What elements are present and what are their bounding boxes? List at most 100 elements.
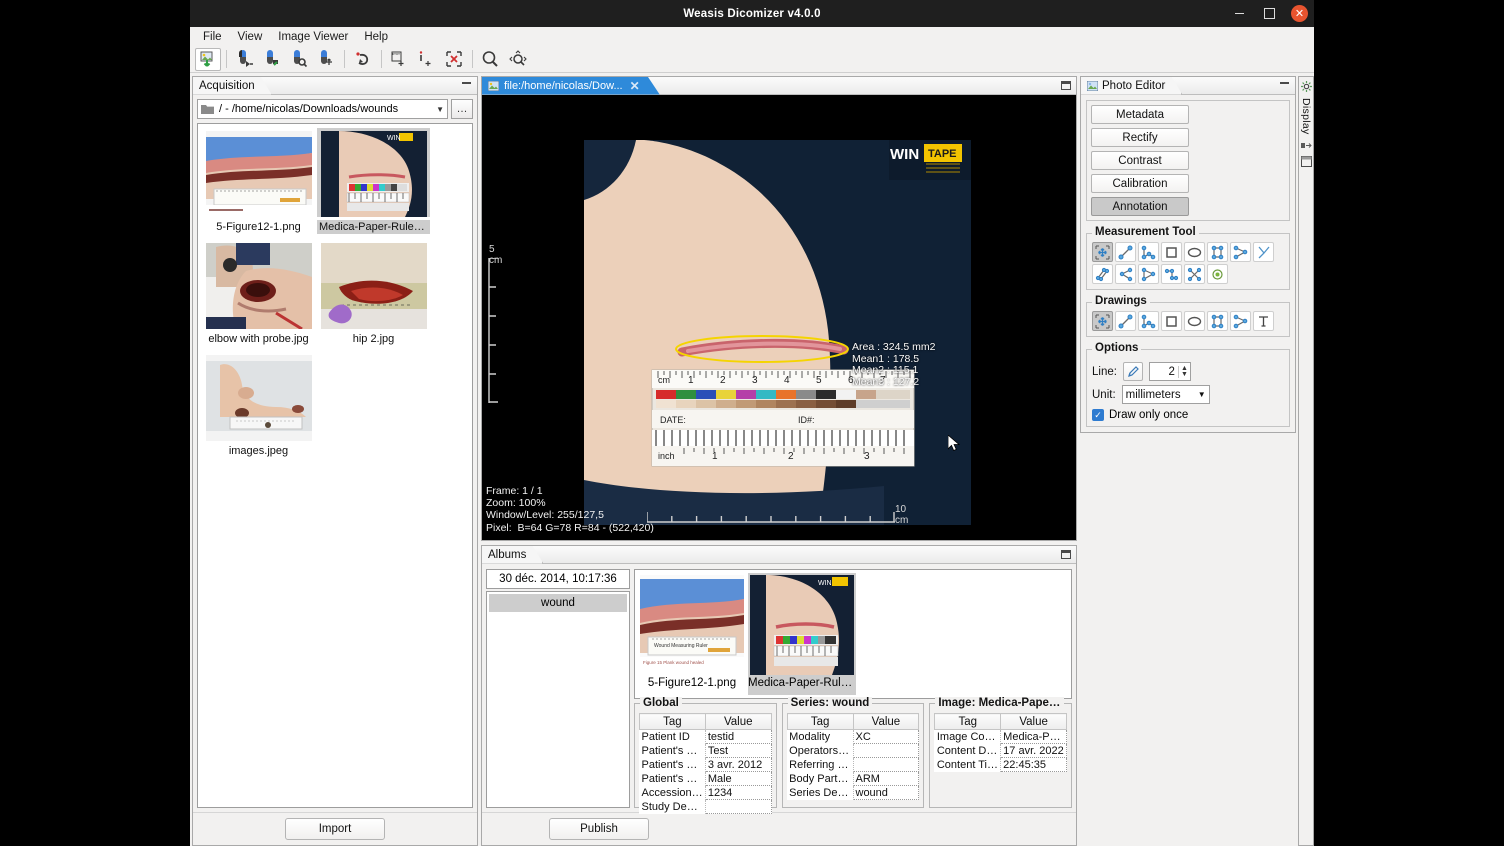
list-item[interactable]: elbow with probe.jpg bbox=[202, 240, 315, 346]
minimize-button[interactable] bbox=[1231, 6, 1247, 22]
tab-acquisition[interactable]: Acquisition bbox=[193, 77, 272, 95]
three-point-angle-icon[interactable] bbox=[1230, 242, 1251, 262]
polygon-icon[interactable] bbox=[1207, 242, 1228, 262]
unit-select[interactable]: millimeters ▼ bbox=[1122, 385, 1210, 404]
main-content: Acquisition / - /home/nicolas/Downloads/… bbox=[190, 73, 1314, 846]
tab-image-viewer[interactable]: file:/home/nicolas/Dow... ✕ bbox=[482, 77, 660, 95]
point-icon[interactable] bbox=[1207, 264, 1228, 284]
acquisition-body: / - /home/nicolas/Downloads/wounds ▼ … bbox=[193, 95, 477, 812]
browse-button[interactable]: … bbox=[451, 99, 473, 119]
mouse-wheel-action-icon[interactable] bbox=[313, 48, 339, 71]
cobb-angle-icon[interactable] bbox=[1115, 264, 1136, 284]
measurement-tool-group: Measurement Tool bbox=[1086, 233, 1290, 290]
list-item[interactable]: hip 2.jpg bbox=[317, 240, 430, 346]
maximize-button[interactable] bbox=[1261, 6, 1277, 22]
svg-text:1: 1 bbox=[712, 451, 718, 462]
polyline-icon[interactable] bbox=[1138, 311, 1159, 331]
path-combobox[interactable]: / - /home/nicolas/Downloads/wounds ▼ bbox=[197, 99, 448, 119]
thumbnail-image bbox=[206, 355, 312, 441]
import-image-icon[interactable] bbox=[195, 48, 221, 71]
import-button[interactable]: Import bbox=[285, 818, 385, 840]
albums-restore-icon[interactable] bbox=[1061, 550, 1071, 559]
rectify-button[interactable]: Rectify bbox=[1091, 128, 1189, 147]
unit-label: Unit: bbox=[1092, 389, 1116, 401]
global-metadata-table[interactable]: Tag Value Patient IDtestid Patient's Nam… bbox=[639, 713, 772, 814]
line-icon[interactable] bbox=[1115, 242, 1136, 262]
measure-icon[interactable] bbox=[387, 48, 413, 71]
stepper-arrows[interactable]: ▲▼ bbox=[1178, 366, 1190, 378]
album-list[interactable]: wound bbox=[486, 591, 630, 808]
acquisition-minimize-icon[interactable] bbox=[462, 82, 471, 84]
rectangle-icon[interactable] bbox=[1161, 311, 1182, 331]
reset-selection-icon[interactable] bbox=[441, 48, 467, 71]
tab-photo-editor[interactable]: Photo Editor bbox=[1081, 77, 1182, 95]
folder-icon bbox=[201, 104, 214, 115]
thumbnail-image: WIN bbox=[750, 575, 854, 675]
metadata-button[interactable]: Metadata bbox=[1091, 105, 1189, 124]
menu-item-file[interactable]: File bbox=[195, 29, 230, 45]
freehand-icon[interactable] bbox=[1230, 311, 1251, 331]
draw-once-row[interactable]: ✓ Draw only once bbox=[1092, 409, 1284, 421]
draw-once-checkbox[interactable]: ✓ bbox=[1092, 409, 1104, 421]
pencil-icon[interactable] bbox=[1123, 362, 1143, 381]
table-row: ModalityXC bbox=[787, 730, 919, 744]
zoom-icon[interactable] bbox=[478, 48, 504, 71]
measurement-tool-icons-row2 bbox=[1092, 264, 1284, 284]
viewer-restore-icon[interactable] bbox=[1061, 81, 1071, 90]
calibration-button[interactable]: Calibration bbox=[1091, 174, 1189, 193]
mouse-middle-action-icon[interactable] bbox=[259, 48, 285, 71]
albums-header: Albums bbox=[482, 546, 1076, 564]
metadata-tables: Global Tag Value Patient IDtestid Patien… bbox=[634, 703, 1072, 808]
ellipse-icon[interactable] bbox=[1184, 242, 1205, 262]
line-width-stepper[interactable]: 2 ▲▼ bbox=[1149, 362, 1191, 381]
open-angle-icon[interactable] bbox=[1253, 242, 1274, 262]
menu-item-image-viewer[interactable]: Image Viewer bbox=[270, 29, 356, 45]
series-thumbnail-strip[interactable]: Wound Measuring Ruler Figure 15 Plank wo… bbox=[634, 569, 1072, 699]
menu-item-help[interactable]: Help bbox=[356, 29, 396, 45]
publish-button[interactable]: Publish bbox=[549, 818, 649, 840]
ellipse-icon[interactable] bbox=[1184, 311, 1205, 331]
menu-item-view[interactable]: View bbox=[230, 29, 271, 45]
selection-icon[interactable] bbox=[1092, 311, 1113, 331]
annotation-icon[interactable] bbox=[414, 48, 440, 71]
settings-icon[interactable] bbox=[1301, 81, 1312, 92]
annotation-button[interactable]: Annotation bbox=[1091, 197, 1189, 216]
close-button[interactable]: ✕ bbox=[1291, 5, 1308, 22]
line-icon[interactable] bbox=[1115, 311, 1136, 331]
column-header-tag: Tag bbox=[935, 714, 1001, 730]
drawings-group: Drawings bbox=[1086, 302, 1290, 337]
pan-reset-icon[interactable] bbox=[505, 48, 531, 71]
image-canvas[interactable]: WIN TAPE cm 1 2 3 4 bbox=[482, 95, 1076, 540]
photo-editor-minimize-icon[interactable] bbox=[1280, 82, 1289, 84]
list-item[interactable]: Wound Measuring Ruler Figure 15 Plank wo… bbox=[638, 573, 746, 695]
undo-icon[interactable] bbox=[350, 48, 376, 71]
selection-icon[interactable] bbox=[1092, 242, 1113, 262]
thumbnail-list[interactable]: 5-Figure12-1.png WIN bbox=[197, 123, 473, 808]
path-row: / - /home/nicolas/Downloads/wounds ▼ … bbox=[197, 99, 473, 119]
series-metadata-table[interactable]: Tag Value ModalityXC Operators' Na... Re… bbox=[787, 713, 920, 800]
contrast-button[interactable]: Contrast bbox=[1091, 151, 1189, 170]
four-point-angle-icon[interactable] bbox=[1161, 264, 1182, 284]
image-metadata-table[interactable]: Tag Value Image Comm...Medica-Paper... C… bbox=[934, 713, 1067, 772]
pixel-info-icon[interactable] bbox=[1184, 264, 1205, 284]
mouse-left-action-icon[interactable] bbox=[232, 48, 258, 71]
close-icon[interactable]: ✕ bbox=[630, 79, 640, 93]
rectangle-icon[interactable] bbox=[1161, 242, 1182, 262]
album-item-wound[interactable]: wound bbox=[489, 594, 627, 612]
layout-icon[interactable] bbox=[1301, 141, 1312, 150]
thumbnail-image: Wound Measuring Ruler Figure 15 Plank wo… bbox=[640, 575, 744, 675]
list-item[interactable]: images.jpeg bbox=[202, 352, 315, 458]
polyline-icon[interactable] bbox=[1138, 242, 1159, 262]
mouse-right-action-icon[interactable] bbox=[286, 48, 312, 71]
list-item[interactable]: WIN bbox=[748, 573, 856, 695]
list-item[interactable]: 5-Figure12-1.png bbox=[202, 128, 315, 234]
text-icon[interactable] bbox=[1253, 311, 1274, 331]
list-item[interactable]: WIN bbox=[317, 128, 430, 234]
tab-albums[interactable]: Albums bbox=[482, 546, 543, 564]
display-sidebar-label[interactable]: Display bbox=[1300, 98, 1312, 135]
svg-text:5: 5 bbox=[816, 375, 822, 386]
window-icon[interactable] bbox=[1301, 156, 1312, 167]
parallel-line-icon[interactable] bbox=[1092, 264, 1113, 284]
perpendicular-icon[interactable] bbox=[1138, 264, 1159, 284]
polygon-icon[interactable] bbox=[1207, 311, 1228, 331]
